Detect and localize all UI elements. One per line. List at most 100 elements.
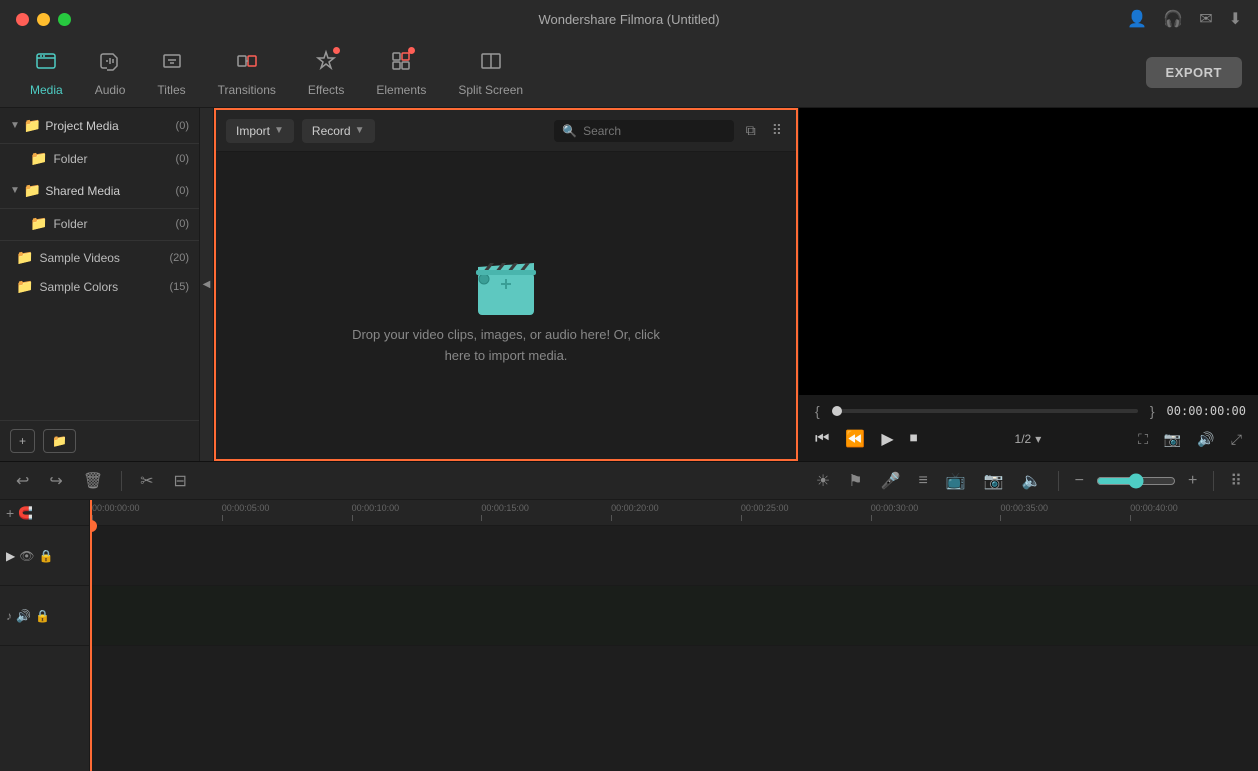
split-screen-tab-icon <box>479 49 503 79</box>
magnet-button[interactable]: 🧲 <box>18 506 33 520</box>
toolbar-divider-3 <box>1213 471 1214 491</box>
import-label: Import <box>236 124 270 138</box>
audio-volume-icon[interactable]: 🔊 <box>16 609 31 623</box>
zoom-in-button[interactable]: + <box>1182 468 1203 494</box>
timeline-toolbar: ↩ ↪ 🗑 ✂ ⊟ ☀ ⚑ 🎤 ≡ 📺 📷 🔈 − + ⠿ <box>0 462 1258 500</box>
tab-audio[interactable]: Audio <box>81 41 140 105</box>
fullscreen-button[interactable]: ⛶ <box>1134 427 1152 452</box>
folder-count-1: (0) <box>176 153 189 165</box>
download-icon[interactable]: ⬇ <box>1229 9 1242 29</box>
cut-button[interactable]: ✂ <box>134 467 159 495</box>
mail-icon[interactable]: ✉ <box>1199 9 1212 29</box>
playback-controls: ⏮ ⏪ ▶ ⏹ 1/2 ▾ ⛶ 📷 🔊 ⤢ <box>811 425 1246 453</box>
tab-elements[interactable]: Elements <box>362 41 440 105</box>
progress-bar-container: { } 00:00:00:00 <box>811 403 1246 419</box>
folder-icon-2: 📁 <box>30 215 47 232</box>
headset-icon[interactable]: 🎧 <box>1163 9 1183 29</box>
tab-split-screen-label: Split Screen <box>458 83 523 97</box>
music-icon[interactable]: ♪ <box>6 609 12 623</box>
sample-colors-item[interactable]: 📁 Sample Colors (15) <box>0 272 199 301</box>
shared-media-count: (0) <box>176 185 189 197</box>
track-labels-panel: + 🧲 ▶ 👁 🔒 ♪ 🔊 🔒 <box>0 500 90 771</box>
record-button[interactable]: Record ▼ <box>302 119 375 143</box>
grid-view-icon[interactable]: ⠿ <box>768 118 786 143</box>
crop-button[interactable]: ⊟ <box>168 467 193 495</box>
timeline-right-tools: ☀ ⚑ 🎤 ≡ 📺 📷 🔈 − + ⠿ <box>810 467 1248 495</box>
stop-button[interactable]: ⏹ <box>906 426 922 452</box>
tab-media[interactable]: Media <box>16 41 77 105</box>
zoom-out-button[interactable]: − <box>1069 468 1090 494</box>
audio-lock-icon[interactable]: 🔒 <box>35 609 50 623</box>
new-folder-icon: 📁 <box>52 434 67 448</box>
zoom-slider[interactable] <box>1096 473 1176 489</box>
folder-item-2[interactable]: 📁 Folder (0) <box>0 209 199 238</box>
delete-button[interactable]: 🗑 <box>77 467 109 495</box>
minimize-button[interactable] <box>37 13 50 26</box>
export-button[interactable]: EXPORT <box>1146 57 1242 88</box>
bracket-right-button[interactable]: } <box>1146 403 1159 419</box>
media-drop-area[interactable]: Drop your video clips, images, or audio … <box>216 152 796 459</box>
camera-button[interactable]: 📷 <box>978 467 1010 495</box>
text-overlay-button[interactable]: ≡ <box>912 468 933 494</box>
undo-button[interactable]: ↩ <box>10 467 35 495</box>
window-controls[interactable] <box>16 13 71 26</box>
tab-elements-label: Elements <box>376 83 426 97</box>
folder-label-1: Folder <box>53 152 87 166</box>
titles-tab-icon <box>160 49 184 79</box>
lock-icon[interactable]: 🔒 <box>38 549 53 563</box>
panel-collapse-arrow[interactable]: ◀ <box>200 108 214 461</box>
preview-panel: { } 00:00:00:00 ⏮ ⏪ ▶ ⏹ 1/2 ▾ <box>798 108 1258 461</box>
import-chevron-icon: ▼ <box>274 125 284 136</box>
bracket-left-button[interactable]: { <box>811 403 824 419</box>
audio-track-icons: ♪ 🔊 🔒 <box>6 609 50 623</box>
tab-effects[interactable]: Effects <box>294 41 358 105</box>
video-track-row[interactable] <box>90 526 1258 586</box>
folder-icon-project: 📁 <box>24 117 41 134</box>
audio-settings-button[interactable]: 🔈 <box>1016 467 1048 495</box>
sample-videos-count: (20) <box>169 252 189 264</box>
settings-button[interactable]: ⠿ <box>1224 467 1248 495</box>
add-track-button[interactable]: + <box>6 505 14 521</box>
folder-icon-colors: 📁 <box>16 278 33 295</box>
media-panel[interactable]: Import ▼ Record ▼ 🔍 ⧉ ⠿ <box>214 108 798 461</box>
tab-split-screen[interactable]: Split Screen <box>444 41 537 105</box>
speed-selector[interactable]: 1/2 ▾ <box>1015 432 1042 446</box>
flag-button[interactable]: ⚑ <box>842 467 868 495</box>
sample-videos-item[interactable]: 📁 Sample Videos (20) <box>0 243 199 272</box>
volume-button[interactable]: 🔊 <box>1193 427 1218 452</box>
search-input[interactable] <box>583 124 726 138</box>
ruler-mark-6: 00:00:30:00 <box>869 503 999 521</box>
folder-item-1[interactable]: 📁 Folder (0) <box>0 144 199 173</box>
close-button[interactable] <box>16 13 29 26</box>
redo-button[interactable]: ↪ <box>43 467 68 495</box>
account-icon[interactable]: 👤 <box>1127 9 1147 29</box>
project-media-header: ▼ 📁 Project Media (0) <box>0 108 199 144</box>
video-track-icon[interactable]: ▶ <box>6 549 15 563</box>
ruler-mark-5: 00:00:25:00 <box>739 503 869 521</box>
audio-track-label: ♪ 🔊 🔒 <box>0 586 89 646</box>
maximize-button[interactable] <box>58 13 71 26</box>
playhead[interactable] <box>90 500 92 771</box>
monitor-button[interactable]: 📺 <box>940 467 972 495</box>
eye-icon[interactable]: 👁 <box>19 549 34 563</box>
speed-chevron-icon: ▾ <box>1035 432 1041 446</box>
import-button[interactable]: Import ▼ <box>226 119 294 143</box>
timeline-tracks[interactable]: 00:00:00:00 00:00:05:00 00:00:10:00 00:0… <box>90 500 1258 771</box>
sun-icon-button[interactable]: ☀ <box>810 467 836 495</box>
expand-button[interactable]: ⤢ <box>1227 427 1246 452</box>
add-media-button[interactable]: + <box>10 429 35 453</box>
audio-track-row[interactable] <box>90 586 1258 646</box>
progress-bar[interactable] <box>832 409 1138 413</box>
mic-button[interactable]: 🎤 <box>875 467 907 495</box>
step-back-button[interactable]: ⏪ <box>841 425 869 453</box>
search-bar[interactable]: 🔍 <box>554 120 734 142</box>
play-button[interactable]: ▶ <box>877 425 897 453</box>
filter-icon[interactable]: ⧉ <box>742 118 760 143</box>
screenshot-button[interactable]: 📷 <box>1160 427 1185 452</box>
tab-titles[interactable]: Titles <box>143 41 199 105</box>
tab-transitions[interactable]: Transitions <box>204 41 290 105</box>
progress-handle[interactable] <box>832 406 842 416</box>
ruler-marks: 00:00:00:00 00:00:05:00 00:00:10:00 00:0… <box>90 503 1258 521</box>
skip-back-button[interactable]: ⏮ <box>811 426 833 452</box>
new-folder-button[interactable]: 📁 <box>43 429 76 453</box>
